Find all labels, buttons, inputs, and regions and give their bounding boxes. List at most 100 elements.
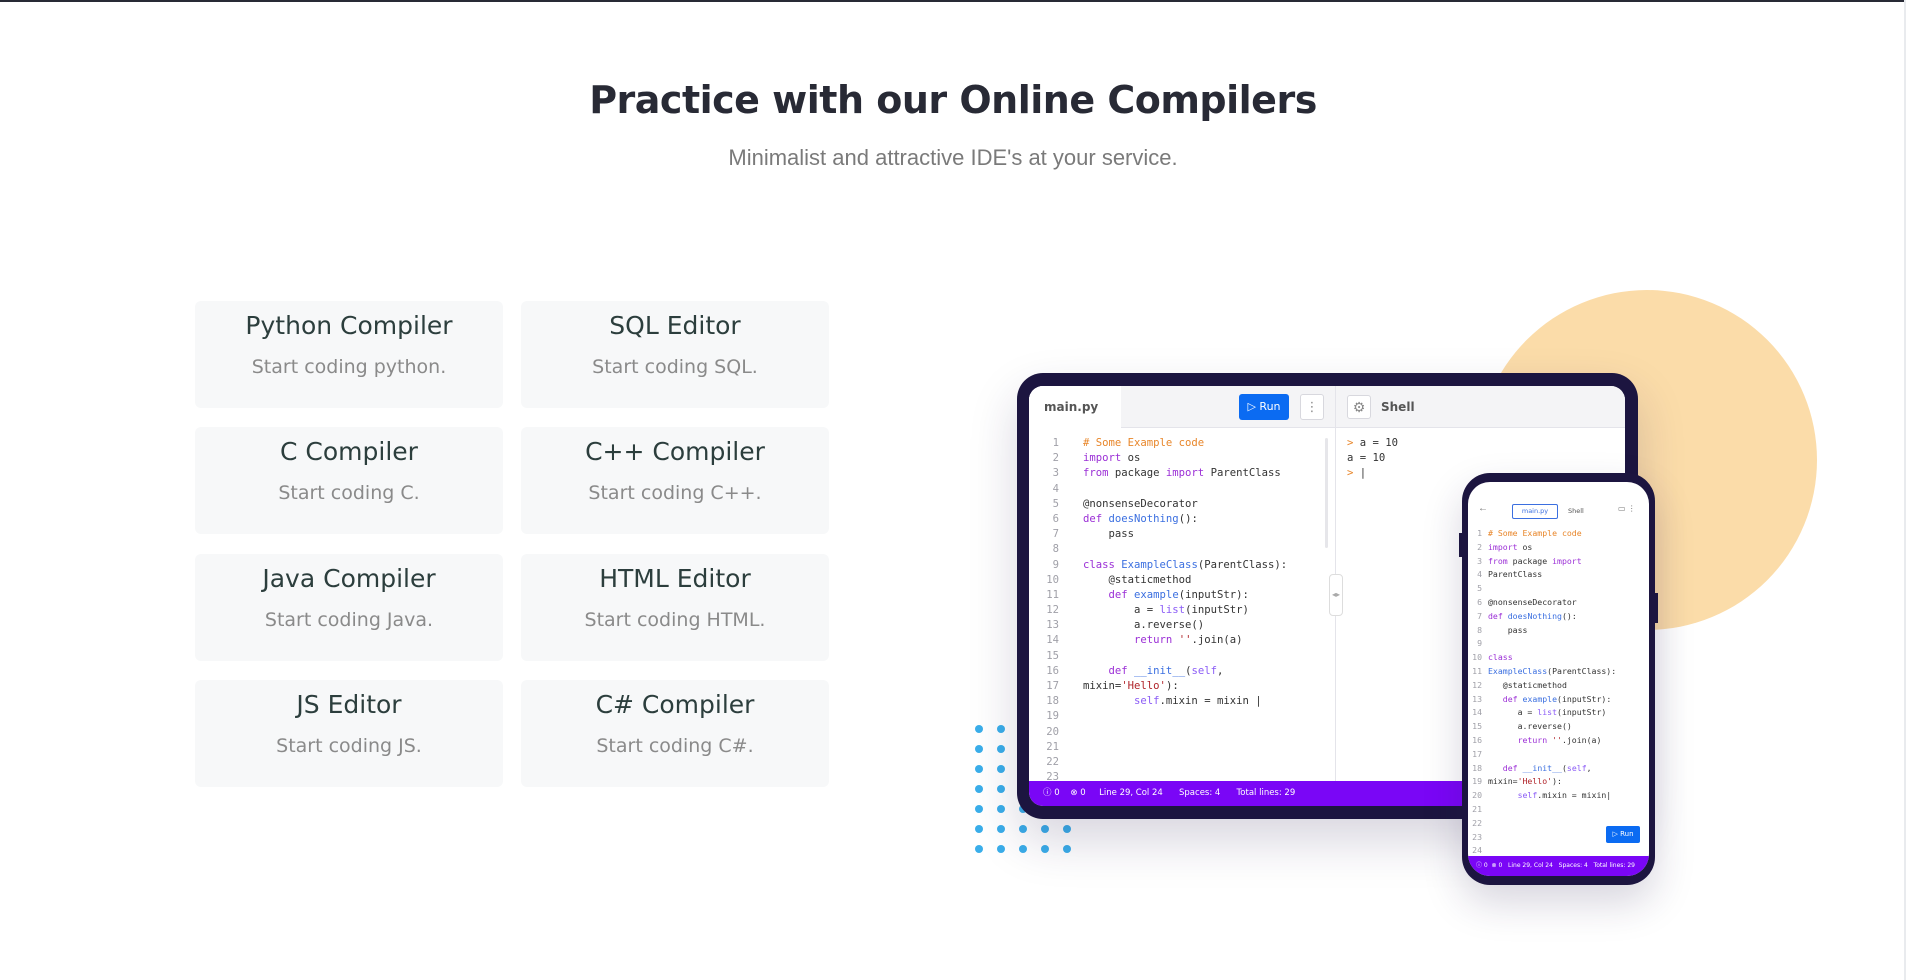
card-java-compiler[interactable]: Java Compiler Start coding Java. [195,554,503,661]
code-token: return [1517,734,1548,745]
card-subtitle: Start coding SQL. [592,356,758,378]
shell-tab[interactable]: Shell [1381,386,1415,428]
line-number: 5 [1477,583,1482,594]
decorative-dot [997,805,1005,813]
code-token: .join(a) [1561,734,1602,745]
code-token: (inputStr) [1557,707,1607,718]
code-token: package [1507,555,1553,566]
line-number: 7 [1052,528,1059,541]
code-token: doesNothing [1507,610,1562,621]
code-token: @staticmethod [1083,573,1192,586]
code-line: 9 [1468,637,1649,651]
code-line: 3 from package import ParentClass [1029,466,1329,481]
arrow-left-icon[interactable]: ← [1478,503,1488,514]
code-line: 22 [1029,755,1329,770]
code-token: list [1159,604,1186,617]
decorative-dot [975,845,983,853]
card-cpp-compiler[interactable]: C++ Compiler Start coding C++. [521,427,829,534]
line-number: 12 [1472,679,1482,690]
line-number: 4 [1052,482,1059,495]
code-line: 12 a = list(inputStr) [1029,603,1329,618]
resize-handle[interactable]: ◂▸ [1329,574,1343,616]
line-number: 1 [1052,437,1059,449]
code-token: mixin= [1083,680,1122,692]
code-token: def [1083,512,1103,525]
phone-code-editor[interactable]: 1 # Some Example code 2 import os 3 from pack… [1468,527,1649,858]
code-token: pass [1488,624,1528,635]
decorative-dot [1041,845,1049,853]
phone-toolbar-icons[interactable]: ▭ ⋮ [1618,504,1636,513]
card-html-editor[interactable]: HTML Editor Start coding HTML. [521,554,829,661]
shell-cursor: | [1359,467,1367,480]
line-number: 13 [1046,619,1059,632]
code-token: def [1108,664,1128,677]
card-title: Java Compiler [262,564,436,593]
line-number: 15 [1046,649,1059,662]
decorative-dot [997,765,1005,773]
code-line: 20 self.mixin = mixin| [1468,789,1649,803]
code-token: 'Hello' [1517,776,1553,787]
code-line: 11 def example(inputStr): [1029,588,1329,603]
card-python-compiler[interactable]: Python Compiler Start coding python. [195,301,503,408]
code-token: import [1488,541,1518,552]
code-line: 21 [1468,803,1649,817]
phone-side-button [1655,593,1658,623]
code-token: self [1191,664,1217,677]
phone-run-button[interactable]: ▷ Run [1606,826,1640,843]
code-editor[interactable]: 1 # Some Example code 2 import os 3 from pack… [1029,436,1329,785]
phone-mockup: ← main.py Shell ▭ ⋮ 1 # Some Example code… [1459,473,1658,885]
card-js-editor[interactable]: JS Editor Start coding JS. [195,680,503,787]
card-subtitle: Start coding HTML. [584,609,766,631]
file-tab[interactable]: main.py [1029,386,1121,428]
card-sql-editor[interactable]: SQL Editor Start coding SQL. [521,301,829,408]
line-number: 13 [1472,693,1482,704]
line-number: 21 [1046,740,1059,753]
line-number: 23 [1472,831,1482,842]
section-subtitle: Minimalist and attractive IDE's at your … [728,145,1178,170]
gear-icon[interactable]: ⚙ [1347,395,1371,419]
line-number: 17 [1046,680,1059,692]
code-line: 8 pass [1468,624,1649,638]
phone-side-button [1459,533,1462,557]
code-token: mixin= [1488,776,1518,787]
line-number: 19 [1046,710,1059,723]
code-token: from [1488,555,1508,566]
code-token: import [1165,467,1205,480]
editor-scrollbar[interactable] [1325,438,1328,548]
code-token: .join(a) [1191,634,1243,647]
card-csharp-compiler[interactable]: C# Compiler Start coding C#. [521,680,829,787]
code-token: '' [1178,634,1192,647]
code-line: 13 def example(inputStr): [1468,693,1649,707]
phone-shell-tab[interactable]: Shell [1568,504,1584,519]
code-line: 19 mixin='Hello'): [1468,775,1649,789]
code-token: self [1517,790,1538,801]
decorative-dot [997,845,1005,853]
card-c-compiler[interactable]: C Compiler Start coding C. [195,427,503,534]
code-line: 10 class [1468,651,1649,665]
code-line: 7 pass [1029,527,1329,542]
decorative-dot [975,765,983,773]
line-number: 14 [1472,707,1482,718]
run-button[interactable]: ▷ Run [1239,394,1289,420]
line-number: 5 [1052,497,1059,510]
phone-file-tab[interactable]: main.py [1512,504,1558,519]
decorative-dot [1019,845,1027,853]
code-token: def [1108,588,1128,601]
code-token: from [1083,467,1109,480]
code-token: (): [1561,610,1577,621]
code-token: def [1502,762,1518,773]
card-title: Python Compiler [245,311,453,340]
code-token: ParentClass [1204,467,1281,480]
line-number: 10 [1472,652,1482,663]
card-subtitle: Start coding C++. [588,482,762,504]
decorative-dot [997,745,1005,753]
code-line: 20 [1029,725,1329,740]
code-token: (inputStr): [1557,693,1612,704]
more-vertical-icon[interactable]: ⋮ [1300,394,1324,420]
code-token: @nonsenseDecorator [1488,596,1577,607]
code-line: 2 import os [1029,451,1329,466]
code-token: # Some Example code [1083,437,1205,449]
